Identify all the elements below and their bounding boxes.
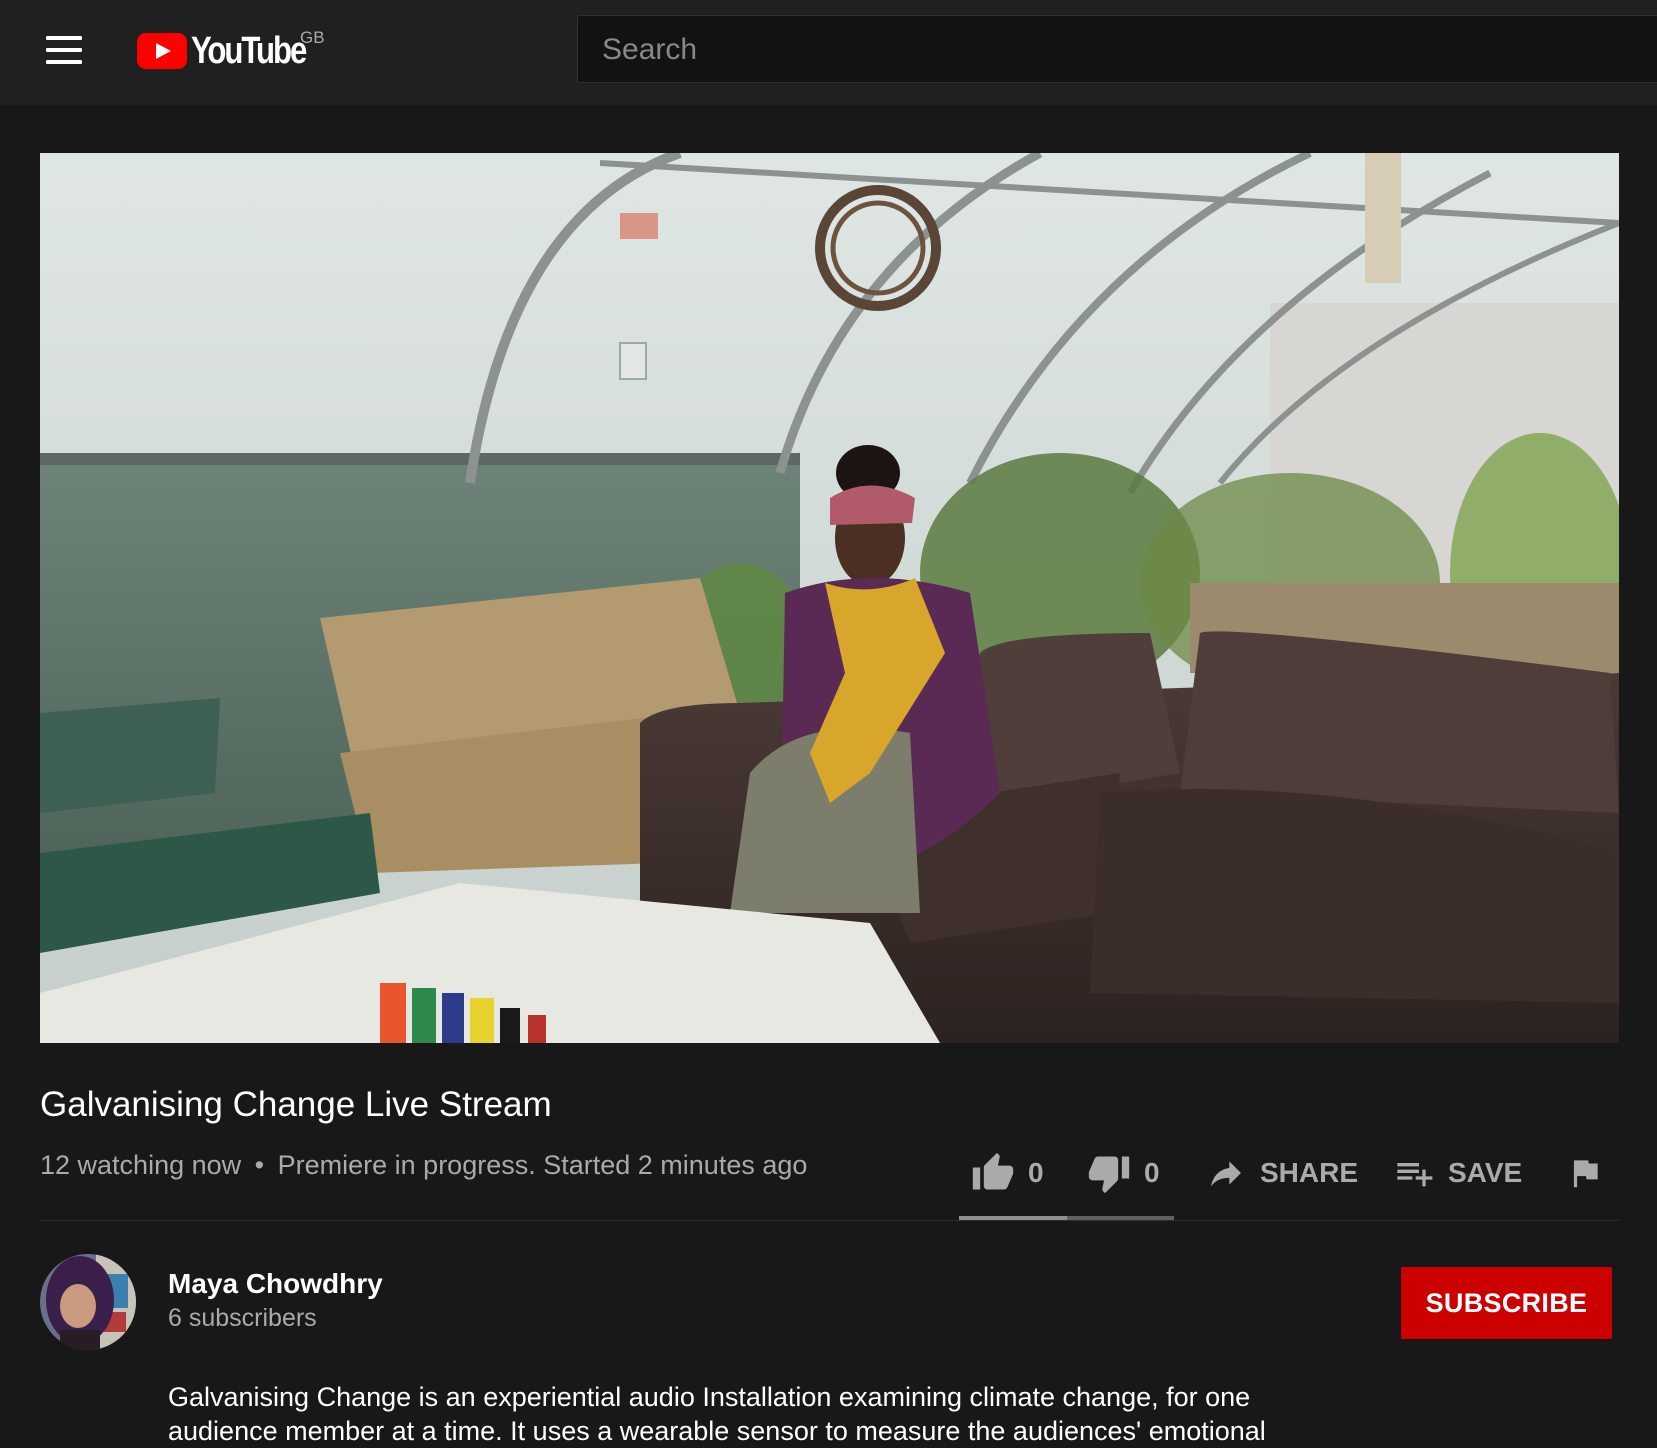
save-label: SAVE (1448, 1157, 1523, 1188)
description-line-2: audience member at a time. It uses a wea… (168, 1416, 1266, 1446)
like-button[interactable]: 0 (970, 1148, 1044, 1198)
search-box (577, 15, 1657, 83)
meta-separator: • (254, 1150, 265, 1180)
save-button[interactable]: SAVE (1392, 1148, 1522, 1198)
video-meta: 12 watching now • Premiere in progress. … (40, 1150, 807, 1181)
logo-text: YouTube (191, 29, 307, 72)
masthead: YouTube GB (0, 0, 1657, 105)
country-code: GB (300, 28, 325, 47)
flag-icon (1573, 1160, 1598, 1188)
share-button[interactable]: SHARE (1204, 1148, 1358, 1198)
share-label: SHARE (1260, 1157, 1359, 1188)
video-description: Galvanising Change is an experiential au… (168, 1380, 1308, 1448)
share-icon (1211, 1161, 1241, 1187)
dislike-button[interactable]: 0 (1086, 1148, 1160, 1198)
description-line-1: Galvanising Change is an experiential au… (168, 1382, 1251, 1412)
video-title: Galvanising Change Live Stream (40, 1085, 552, 1124)
avatar[interactable] (40, 1254, 136, 1350)
thumbs-up-icon (972, 1152, 1014, 1190)
menu-icon[interactable] (44, 34, 84, 66)
subscribe-button[interactable]: SUBSCRIBE (1401, 1267, 1612, 1339)
subscriber-count: 6 subscribers (168, 1304, 317, 1332)
divider (40, 1220, 1619, 1221)
avatar-image (40, 1254, 136, 1350)
thumbs-down-icon (1088, 1156, 1130, 1194)
channel-name[interactable]: Maya Chowdhry (168, 1268, 383, 1300)
like-count: 0 (1028, 1157, 1044, 1188)
report-button[interactable] (1566, 1148, 1604, 1198)
watching-count: 12 watching now (40, 1150, 242, 1180)
playlist-add-icon (1397, 1163, 1433, 1187)
video-player[interactable] (40, 153, 1619, 1043)
search-input[interactable] (600, 26, 1504, 74)
dislike-count: 0 (1144, 1157, 1160, 1188)
youtube-play-icon (137, 33, 187, 69)
premiere-status: Premiere in progress. Started 2 minutes … (277, 1150, 808, 1180)
video-frame (40, 153, 1619, 1043)
